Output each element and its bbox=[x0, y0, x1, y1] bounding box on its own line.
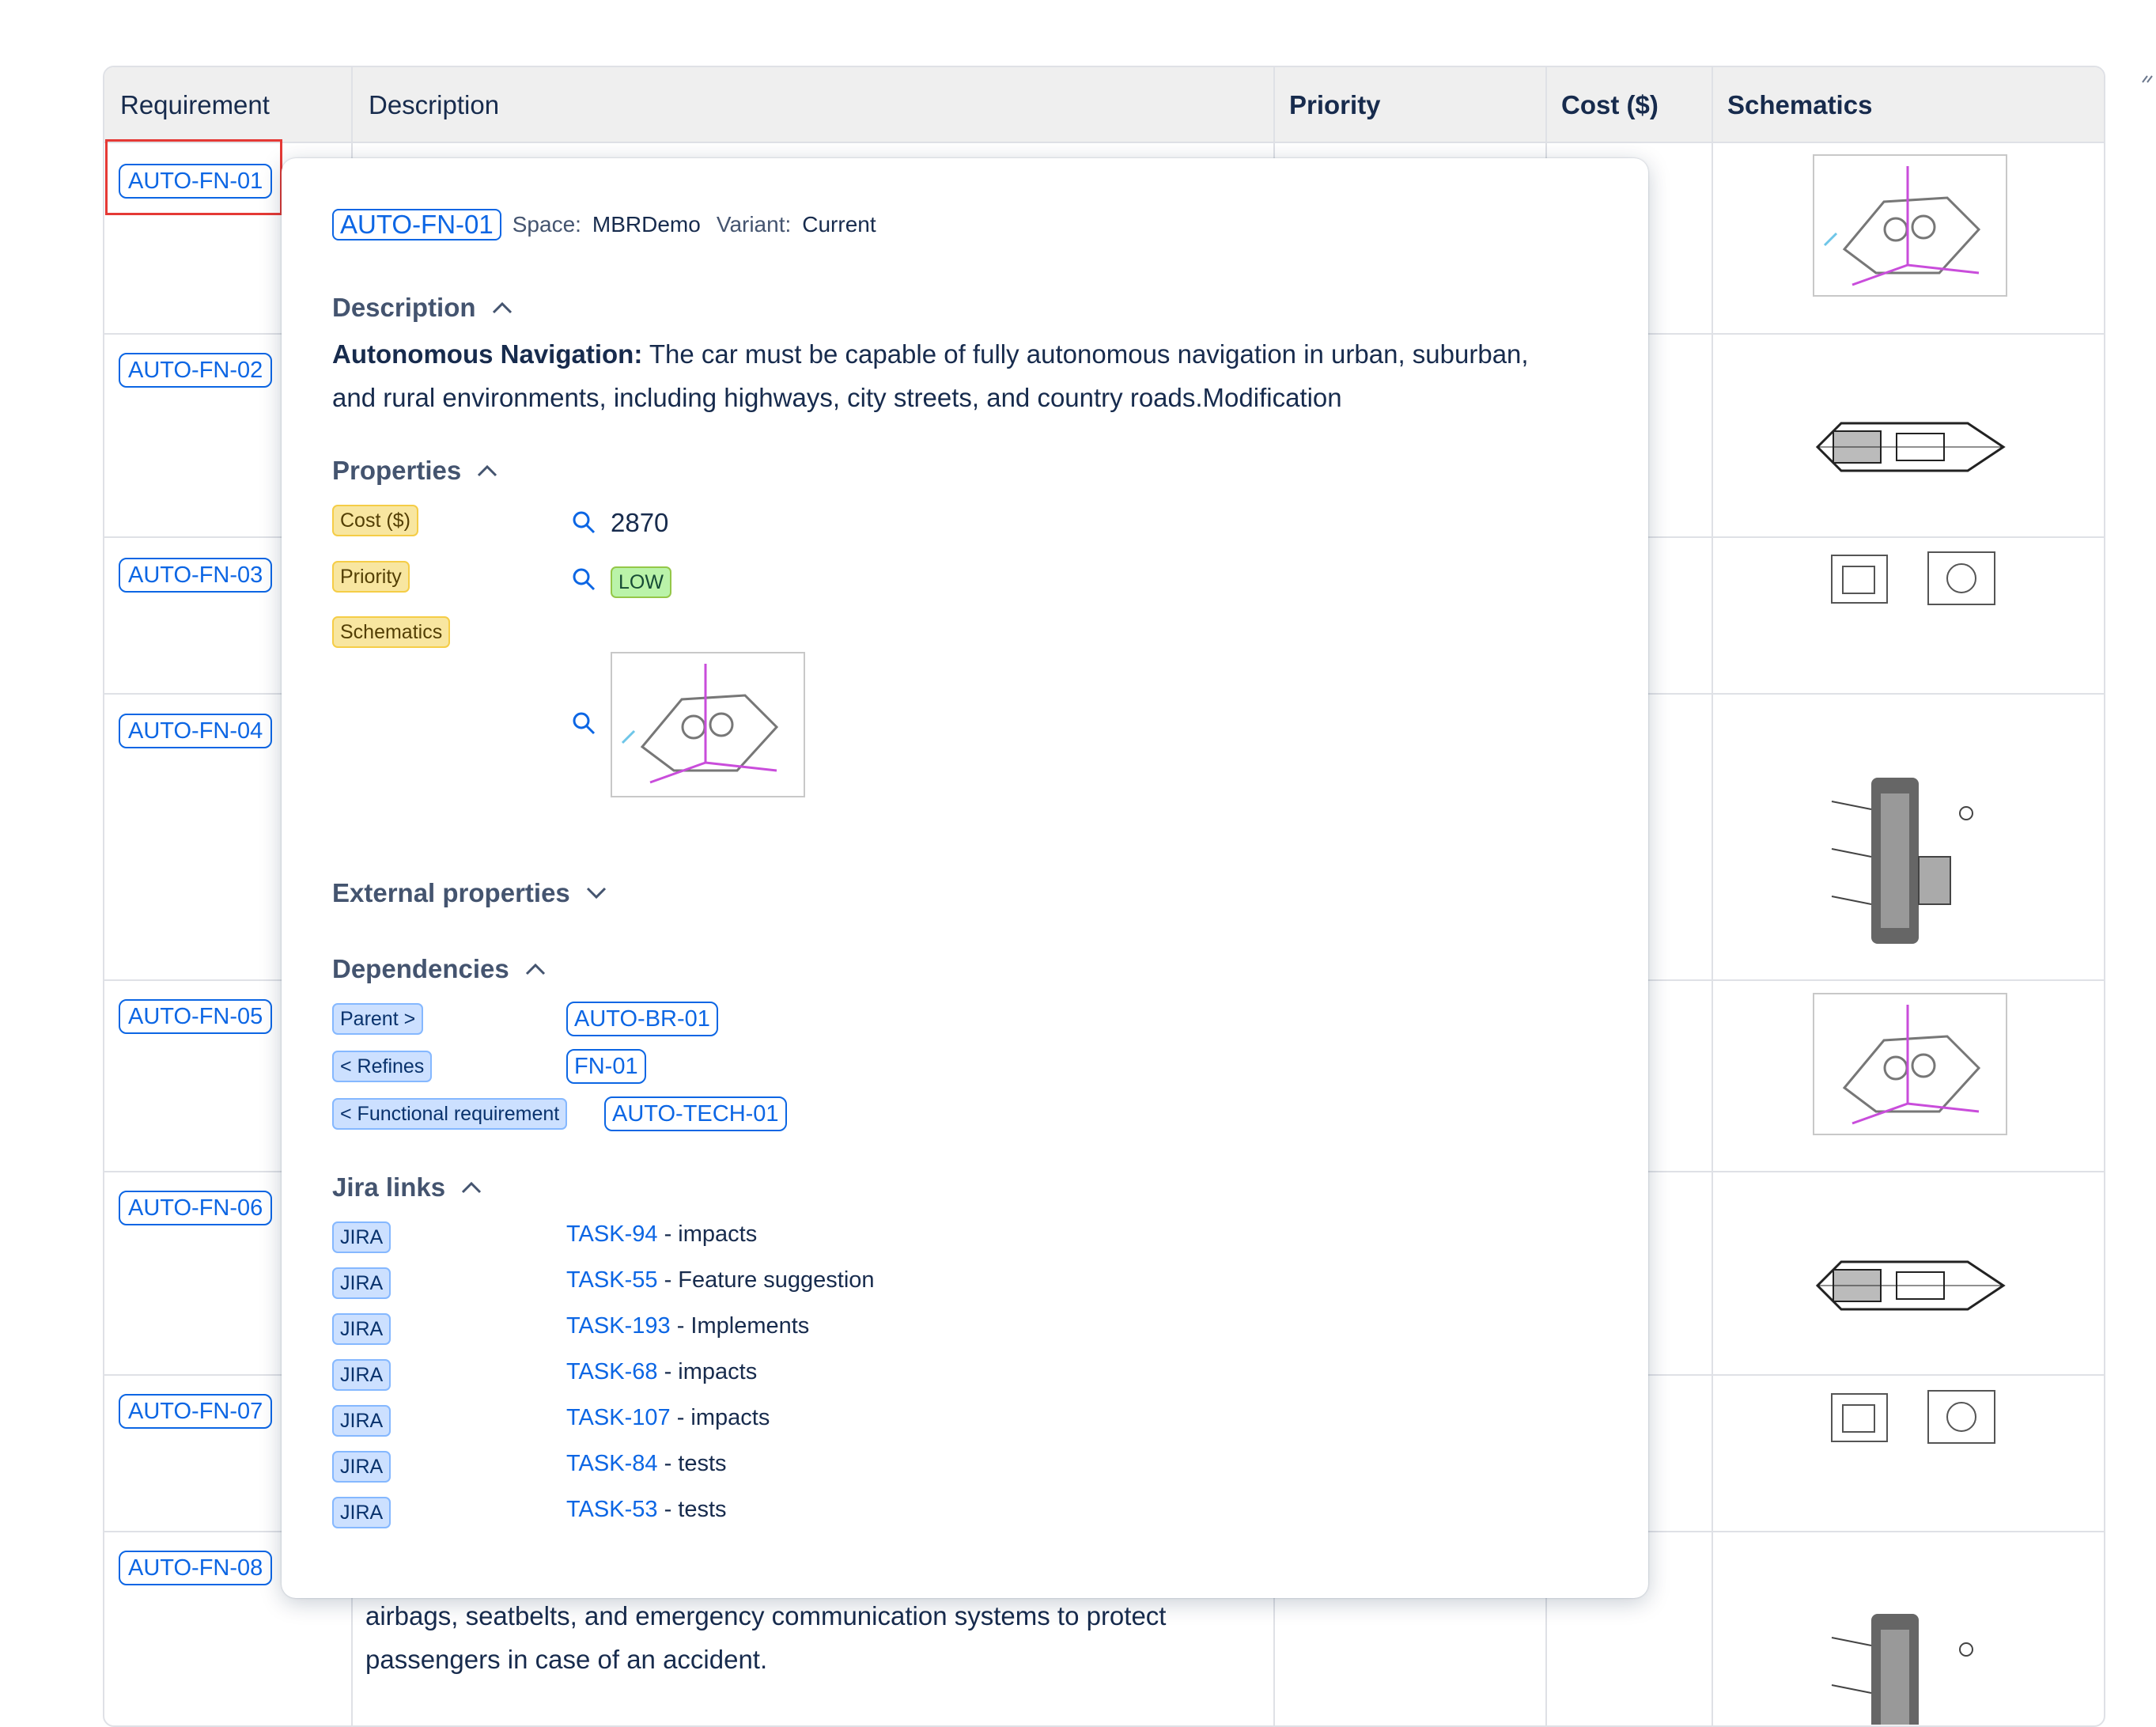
requirement-link[interactable]: AUTO-FN-05 bbox=[119, 999, 273, 1034]
jira-badge: JIRA bbox=[332, 1405, 391, 1437]
property-label-priority: Priority bbox=[332, 561, 410, 593]
jira-task-link[interactable]: TASK-68 bbox=[566, 1359, 658, 1384]
requirement-description: airbags, seatbelts, and emergency commun… bbox=[365, 1601, 1167, 1674]
jira-link-row: TASK-55 - Feature suggestion bbox=[566, 1267, 875, 1293]
column-header-priority[interactable]: Priority bbox=[1273, 67, 1381, 143]
chevron-up-icon bbox=[525, 963, 545, 975]
jira-task-link[interactable]: TASK-193 bbox=[566, 1313, 671, 1339]
turbine-engine-thumbnail[interactable] bbox=[1810, 1242, 2010, 1329]
property-value-cost: 2870 bbox=[611, 508, 669, 537]
column-divider bbox=[1712, 67, 1713, 1725]
requirement-link[interactable]: AUTO-FN-04 bbox=[119, 714, 273, 748]
properties-heading: Properties bbox=[332, 456, 462, 485]
description-heading: Description bbox=[332, 293, 476, 322]
dependency-link[interactable]: FN-01 bbox=[566, 1049, 646, 1084]
dependency-link[interactable]: AUTO-TECH-01 bbox=[604, 1096, 787, 1131]
properties-section-toggle[interactable]: Properties bbox=[332, 456, 499, 486]
resize-handle-icon[interactable] bbox=[2140, 73, 2154, 92]
search-icon[interactable] bbox=[571, 566, 596, 592]
jira-task-link[interactable]: TASK-94 bbox=[566, 1221, 658, 1247]
description-title: Autonomous Navigation: bbox=[332, 339, 643, 369]
jira-badge: JIRA bbox=[332, 1267, 391, 1299]
search-icon[interactable] bbox=[571, 509, 596, 535]
jira-link-row: TASK-94 - impacts bbox=[566, 1221, 757, 1248]
description-text: Autonomous Navigation: The car must be c… bbox=[332, 332, 1566, 419]
space-label: Space: bbox=[512, 212, 581, 237]
dependency-type: < Functional requirement bbox=[332, 1098, 568, 1130]
engine-block-thumbnail[interactable] bbox=[1813, 993, 2007, 1135]
requirement-link[interactable]: AUTO-FN-07 bbox=[119, 1394, 273, 1429]
jira-links-section-toggle[interactable]: Jira links bbox=[332, 1172, 483, 1202]
jira-task-link[interactable]: TASK-53 bbox=[566, 1497, 658, 1522]
popup-requirement-key[interactable]: AUTO-FN-01 bbox=[332, 209, 501, 240]
jira-link-row: TASK-53 - tests bbox=[566, 1497, 727, 1523]
priority-low-badge: LOW bbox=[611, 566, 671, 598]
chevron-up-icon bbox=[462, 1181, 482, 1194]
jira-task-link[interactable]: TASK-55 bbox=[566, 1267, 658, 1293]
jira-link-row: TASK-107 - impacts bbox=[566, 1405, 770, 1431]
search-icon[interactable] bbox=[571, 710, 596, 736]
engine-block-thumbnail[interactable] bbox=[1813, 154, 2007, 297]
requirement-link[interactable]: AUTO-FN-08 bbox=[119, 1551, 273, 1585]
chevron-down-icon bbox=[586, 887, 606, 899]
jira-badge: JIRA bbox=[332, 1221, 391, 1253]
dependency-link[interactable]: AUTO-BR-01 bbox=[566, 1002, 718, 1036]
jira-links-heading: Jira links bbox=[332, 1172, 446, 1202]
jira-relation: - Implements bbox=[670, 1313, 810, 1339]
column-header-schematics[interactable]: Schematics bbox=[1712, 67, 1872, 143]
jira-link-row: TASK-193 - Implements bbox=[566, 1313, 809, 1339]
jira-link-row: TASK-68 - impacts bbox=[566, 1359, 757, 1385]
dependencies-heading: Dependencies bbox=[332, 954, 509, 983]
space-value: MBRDemo bbox=[592, 212, 701, 237]
schematics-image[interactable] bbox=[611, 652, 805, 797]
column-header-description[interactable]: Description bbox=[353, 67, 499, 143]
chevron-up-icon bbox=[492, 301, 512, 314]
jira-link-row: TASK-84 - tests bbox=[566, 1451, 727, 1477]
requirement-link[interactable]: AUTO-FN-02 bbox=[119, 353, 273, 388]
damper-diagram-thumbnail[interactable] bbox=[1816, 770, 1999, 952]
property-label-cost: Cost ($) bbox=[332, 505, 418, 536]
requirement-link[interactable]: AUTO-FN-06 bbox=[119, 1191, 273, 1225]
jira-relation: - tests bbox=[657, 1497, 727, 1522]
requirement-preview-popup: AUTO-FN-01 Space: MBRDemo Variant: Curre… bbox=[282, 158, 1648, 1598]
turbine-engine-thumbnail[interactable] bbox=[1810, 403, 2010, 490]
column-header-requirement[interactable]: Requirement bbox=[104, 67, 270, 143]
piston-drawing-thumbnail[interactable] bbox=[1825, 546, 2003, 614]
jira-relation: - impacts bbox=[657, 1359, 758, 1384]
piston-drawing-thumbnail[interactable] bbox=[1825, 1384, 2003, 1452]
property-label-schematics: Schematics bbox=[332, 616, 451, 648]
focus-highlight bbox=[105, 139, 282, 215]
dependencies-section-toggle[interactable]: Dependencies bbox=[332, 954, 547, 984]
jira-relation: - Feature suggestion bbox=[657, 1267, 875, 1293]
variant-value: Current bbox=[802, 212, 876, 237]
variant-label: Variant: bbox=[716, 212, 792, 237]
jira-badge: JIRA bbox=[332, 1451, 391, 1483]
column-header-cost[interactable]: Cost ($) bbox=[1545, 67, 1659, 143]
jira-badge: JIRA bbox=[332, 1313, 391, 1345]
external-properties-toggle[interactable]: External properties bbox=[332, 878, 608, 908]
jira-relation: - impacts bbox=[670, 1405, 770, 1430]
table-header: Requirement Description Priority Cost ($… bbox=[104, 67, 2104, 143]
jira-badge: JIRA bbox=[332, 1359, 391, 1391]
requirement-link[interactable]: AUTO-FN-03 bbox=[119, 558, 273, 593]
jira-task-link[interactable]: TASK-107 bbox=[566, 1405, 671, 1430]
external-properties-heading: External properties bbox=[332, 878, 570, 907]
jira-badge: JIRA bbox=[332, 1497, 391, 1528]
description-section-toggle[interactable]: Description bbox=[332, 293, 514, 323]
dependency-type: < Refines bbox=[332, 1051, 433, 1082]
popup-header: AUTO-FN-01 Space: MBRDemo Variant: Curre… bbox=[332, 209, 876, 240]
dependency-type: Parent > bbox=[332, 1003, 424, 1035]
jira-relation: - impacts bbox=[657, 1221, 758, 1247]
damper-diagram-thumbnail[interactable] bbox=[1816, 1606, 1999, 1725]
chevron-up-icon bbox=[478, 464, 497, 477]
jira-task-link[interactable]: TASK-84 bbox=[566, 1451, 658, 1476]
jira-relation: - tests bbox=[657, 1451, 727, 1476]
